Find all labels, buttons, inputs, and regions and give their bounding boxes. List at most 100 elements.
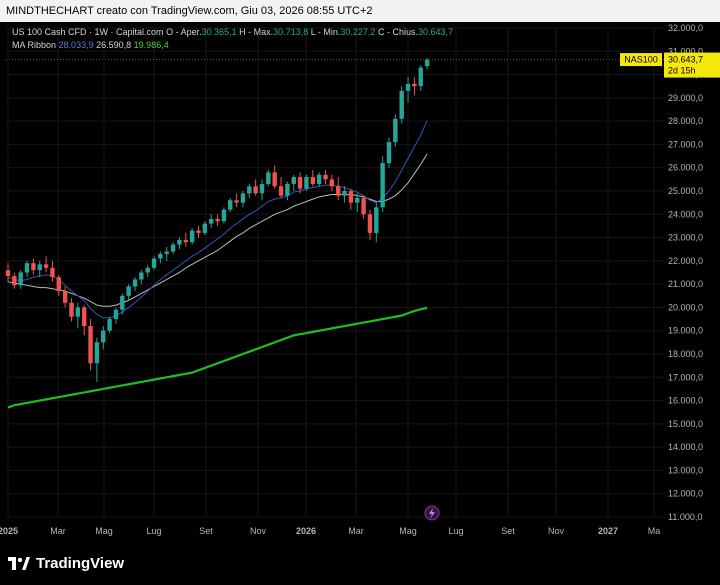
time-tick-label: Mar: [348, 526, 364, 536]
candle-body: [316, 174, 322, 185]
candle: [247, 184, 252, 198]
candle: [132, 277, 138, 292]
price-tick-label: 25.000,0: [668, 186, 703, 196]
candle-body: [405, 83, 411, 91]
tradingview-brand-text: TradingView: [36, 555, 125, 572]
price-tick-label: 16.000,0: [668, 396, 703, 406]
candle-body: [266, 172, 271, 185]
candle-body: [399, 90, 404, 119]
ma-ribbon-slow: [7, 306, 428, 409]
candle: [380, 156, 385, 212]
high-value: 30.713,8: [273, 27, 309, 37]
candle-body: [310, 177, 315, 185]
candle: [94, 337, 100, 382]
candle-body: [170, 244, 176, 252]
candle: [88, 319, 93, 371]
candle-body: [259, 184, 265, 194]
price-tick-label: 13.000,0: [668, 465, 703, 475]
candle-body: [361, 197, 366, 215]
candle-body: [56, 277, 61, 292]
candle: [113, 307, 119, 324]
price-tick-label: 17.000,0: [668, 372, 703, 382]
chart-legend: US 100 Cash CFD · 1W · Capital.com O - A…: [12, 26, 453, 52]
price-tag: NAS100 30.643,7 2d 15h: [620, 52, 720, 78]
candle: [304, 174, 309, 191]
candle-body: [278, 186, 284, 196]
price-chart[interactable]: 11.000,0 12.000,0 13.000,0 14.000,0 15.000,0…: [0, 22, 720, 545]
candle: [285, 181, 290, 201]
candle-body: [367, 214, 373, 233]
candle: [37, 260, 42, 278]
tradingview-logo-icon: [8, 556, 30, 570]
candle-body: [323, 174, 328, 180]
time-tick-label: Mar: [50, 526, 66, 536]
candle: [126, 284, 131, 301]
price-tick-label: 12.000,0: [668, 489, 703, 499]
candle-body: [393, 118, 398, 143]
candle-body: [247, 186, 252, 194]
candle-body: [24, 263, 30, 273]
ma-mid-line: [7, 153, 428, 307]
price-tick-label: 14.000,0: [668, 442, 703, 452]
time-axis: 2025 Mar Mag Lug Set Nov 2026 Mar Mag Lug Set Nov 20…: [0, 526, 660, 536]
candle-body: [189, 230, 195, 243]
time-tick-label: Set: [501, 526, 515, 536]
price-tick-label: 29.000,0: [668, 93, 703, 103]
price-tick-label: 28.000,0: [668, 116, 703, 126]
candle-body: [94, 342, 100, 364]
candle: [266, 170, 271, 187]
candle-body: [120, 295, 125, 310]
candle-body: [82, 307, 87, 327]
candle: [393, 114, 398, 147]
candle-body: [177, 239, 182, 245]
candle-body: [215, 218, 220, 222]
ma2-value: 26.590,8: [96, 40, 132, 50]
candle-body: [221, 209, 227, 222]
candle: [278, 177, 284, 198]
candle-body: [18, 272, 23, 286]
price-tick-label: 27.000,0: [668, 139, 703, 149]
price-tick-label: 20.000,0: [668, 302, 703, 312]
candle: [139, 270, 144, 285]
candle: [209, 214, 214, 229]
candle: [24, 260, 30, 278]
candle-body: [158, 253, 163, 259]
candle: [348, 188, 354, 210]
candle: [386, 137, 392, 168]
instrument-name: US 100 Cash CFD · 1W · Capital.com: [12, 27, 164, 37]
candle: [221, 207, 227, 224]
candle: [196, 225, 201, 238]
candle: [342, 186, 347, 203]
candle-body: [75, 307, 81, 317]
candle: [189, 228, 195, 245]
candle-body: [285, 184, 290, 196]
low-value: 30.227,2: [340, 27, 376, 37]
candle: [50, 260, 55, 282]
time-tick-label: Lug: [448, 526, 463, 536]
candle: [145, 265, 150, 278]
candle: [69, 298, 74, 322]
candle: [272, 165, 277, 189]
price-tag-countdown: 2d 15h: [668, 66, 696, 76]
candle-body: [297, 177, 303, 189]
candle-body: [342, 191, 347, 196]
price-tick-label: 22.000,0: [668, 256, 703, 266]
price-tick-label: 26.000,0: [668, 163, 703, 173]
ma1-value: 28.033,9: [58, 40, 94, 50]
legend-ma-row: MA Ribbon 28.033,9 26.590,8 19.986,4: [12, 39, 453, 52]
candle-body: [107, 319, 112, 331]
candle-body: [62, 291, 68, 303]
tradingview-logo[interactable]: TradingView: [8, 555, 124, 572]
candle-body: [329, 179, 335, 187]
candle: [164, 246, 169, 261]
symbol-tag-text: NAS100: [624, 55, 658, 65]
event-marker[interactable]: [424, 505, 440, 521]
price-tick-label: 21.000,0: [668, 279, 703, 289]
candle-body: [374, 207, 379, 233]
time-tick-label: 2026: [296, 526, 316, 536]
ma-slow-line: [7, 306, 428, 409]
candle: [107, 316, 112, 334]
candle: [228, 197, 233, 212]
candle-body: [151, 258, 157, 268]
candle: [183, 232, 188, 247]
